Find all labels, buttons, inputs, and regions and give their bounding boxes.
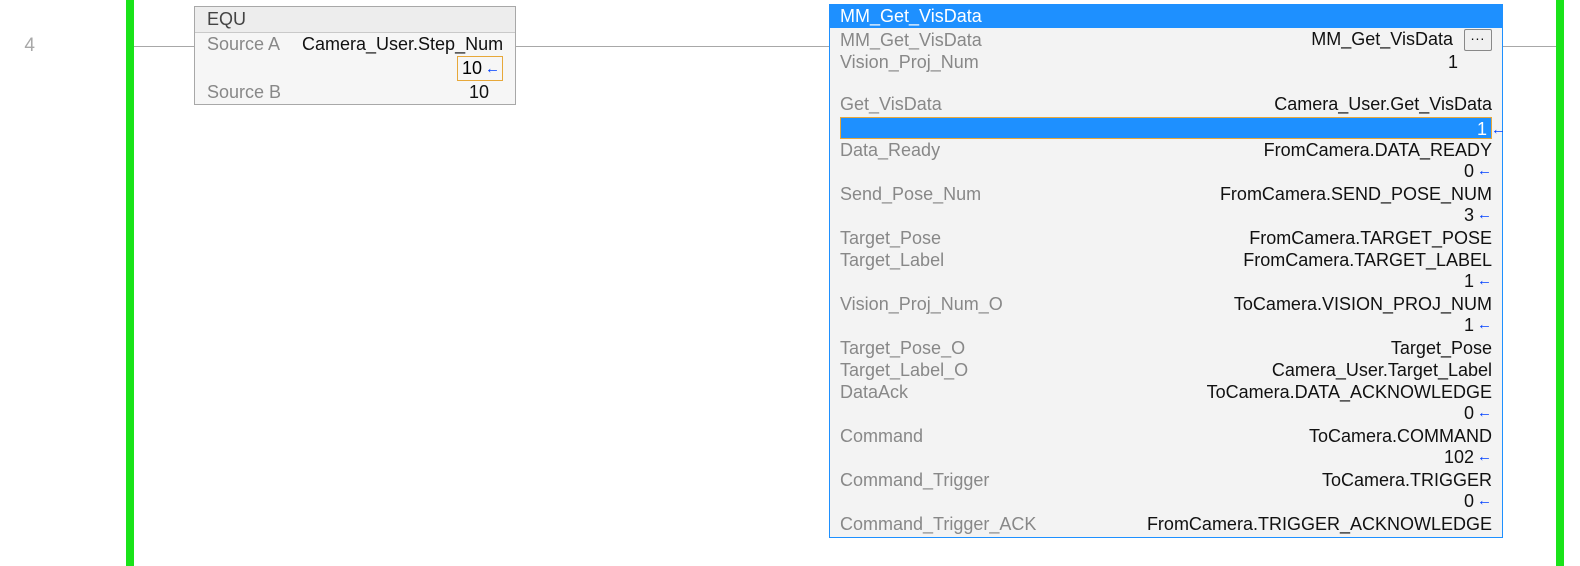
mm-param-value[interactable]: Camera_User.Get_VisData — [942, 93, 1492, 115]
equ-sourceA-label: Source A — [207, 33, 302, 56]
mm-param-label: Command_Trigger — [840, 469, 989, 491]
left-arrow-icon: ← — [1477, 314, 1492, 336]
left-arrow-icon: ← — [1477, 446, 1492, 468]
equ-sourceA-value[interactable]: Camera_User.Step_Num — [302, 33, 503, 56]
mm-param-num[interactable]: 0 — [1464, 490, 1474, 512]
mm-param-label: Vision_Proj_Num — [840, 51, 979, 73]
mm-param-value[interactable]: Target_Pose — [965, 337, 1492, 359]
mm-param-num[interactable]: 3 — [1464, 204, 1474, 226]
mm-param-value[interactable]: ToCamera.VISION_PROJ_NUM — [1003, 293, 1492, 315]
mm-param-num[interactable]: 0 — [1464, 160, 1474, 182]
mm-param-label: Target_Label_O — [840, 359, 968, 381]
wire-mid — [516, 46, 829, 47]
mm-param-value[interactable]: ToCamera.TRIGGER — [989, 469, 1492, 491]
mm-param-value[interactable]: FromCamera.DATA_READY — [940, 139, 1492, 161]
mm-param-label: Get_VisData — [840, 93, 942, 115]
mm-param-value[interactable]: 1 — [979, 51, 1492, 73]
mm-param-num[interactable]: 1 — [1464, 270, 1474, 292]
mm-param-value[interactable]: ToCamera.COMMAND — [923, 425, 1492, 447]
equ-sourceB-value[interactable]: 10 — [302, 81, 503, 104]
mm-param-label: Send_Pose_Num — [840, 183, 981, 205]
mm-param-value[interactable]: ToCamera.DATA_ACKNOWLEDGE — [908, 381, 1492, 403]
mm-param-value[interactable]: FromCamera.TARGET_LABEL — [944, 249, 1492, 271]
mm-param-label: Data_Ready — [840, 139, 940, 161]
mm-param-value[interactable]: Camera_User.Target_Label — [968, 359, 1492, 381]
mm-param-value[interactable]: FromCamera.TARGET_POSE — [941, 227, 1492, 249]
left-arrow-icon: ← — [485, 57, 500, 80]
mm-selected-value-field[interactable]: 1 — [840, 117, 1492, 139]
equ-title: EQU — [195, 7, 515, 33]
mm-param-label: Target_Pose_O — [840, 337, 965, 359]
mm-param-num[interactable]: 1 — [1464, 314, 1474, 336]
mm-param-label: Target_Label — [840, 249, 944, 271]
left-arrow-icon: ← — [1477, 270, 1492, 292]
wire-right — [1503, 46, 1556, 47]
equ-sourceA-num[interactable]: 10 ← — [457, 56, 503, 81]
mm-param-label: Command_Trigger_ACK — [840, 513, 1036, 535]
mm-param-label: DataAck — [840, 381, 908, 403]
mm-get-visdata-block[interactable]: MM_Get_VisData MM_Get_VisData MM_Get_Vis… — [829, 4, 1503, 538]
mm-param-num[interactable]: 102 — [1444, 446, 1474, 468]
left-arrow-icon: ← — [1477, 490, 1492, 512]
mm-title: MM_Get_VisData — [830, 5, 1502, 28]
browse-button[interactable]: ... — [1464, 29, 1492, 51]
mm-param-label: MM_Get_VisData — [840, 29, 982, 51]
mm-param-label: Vision_Proj_Num_O — [840, 293, 1003, 315]
wire-left — [134, 46, 194, 47]
left-arrow-icon: ← — [1491, 119, 1506, 141]
mm-param-value[interactable]: FromCamera.SEND_POSE_NUM — [981, 183, 1492, 205]
left-arrow-icon: ← — [1477, 402, 1492, 424]
right-power-rail — [1556, 0, 1564, 566]
mm-param-label: Command — [840, 425, 923, 447]
left-arrow-icon: ← — [1477, 160, 1492, 182]
left-arrow-icon: ← — [1477, 204, 1492, 226]
equ-instruction-block[interactable]: EQU Source A Camera_User.Step_Num 10 ← S… — [194, 6, 516, 105]
mm-param-value[interactable]: FromCamera.TRIGGER_ACKNOWLEDGE — [1036, 513, 1492, 535]
rung-number: 4 — [0, 35, 35, 57]
mm-param-value[interactable]: MM_Get_VisData ... — [982, 28, 1492, 51]
mm-param-label: Target_Pose — [840, 227, 941, 249]
left-power-rail — [126, 0, 134, 566]
equ-sourceB-label: Source B — [207, 81, 302, 104]
mm-param-num[interactable]: 0 — [1464, 402, 1474, 424]
